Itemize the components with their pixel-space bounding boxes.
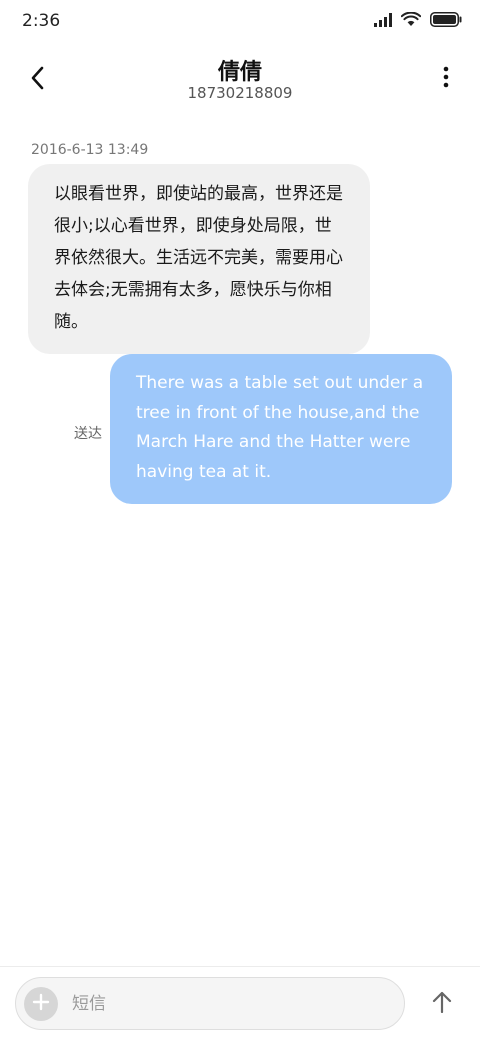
send-button[interactable]: [424, 986, 460, 1022]
conversation-header: 倩倩 18730218809: [0, 50, 480, 110]
contact-name: 倩倩: [217, 60, 262, 85]
delivery-status: 送达: [74, 426, 102, 442]
more-options-button[interactable]: [434, 64, 458, 94]
outgoing-message-bubble[interactable]: There was a table set out under a tree i…: [110, 354, 452, 504]
plus-icon: [32, 993, 50, 1015]
cellular-signal-icon: [374, 12, 392, 31]
message-input[interactable]: [72, 990, 382, 1018]
battery-icon: [430, 12, 462, 31]
contact-number: 18730218809: [187, 84, 293, 102]
add-attachment-button[interactable]: [24, 987, 58, 1021]
send-arrow-up-icon: [432, 991, 452, 1017]
status-icons: [374, 11, 462, 31]
message-composer: [15, 977, 405, 1030]
more-vertical-icon: [443, 66, 449, 92]
status-time: 2:36: [22, 11, 61, 31]
incoming-message-bubble[interactable]: 以眼看世界，即使站的最高，世界还是很小;以心看世界，即使身处局限，世界依然很大。…: [28, 164, 370, 354]
composer-divider: [0, 966, 480, 967]
status-bar: 2:36: [0, 0, 480, 44]
wifi-icon: [400, 11, 422, 31]
message-timestamp: 2016-6-13 13:49: [31, 142, 149, 158]
